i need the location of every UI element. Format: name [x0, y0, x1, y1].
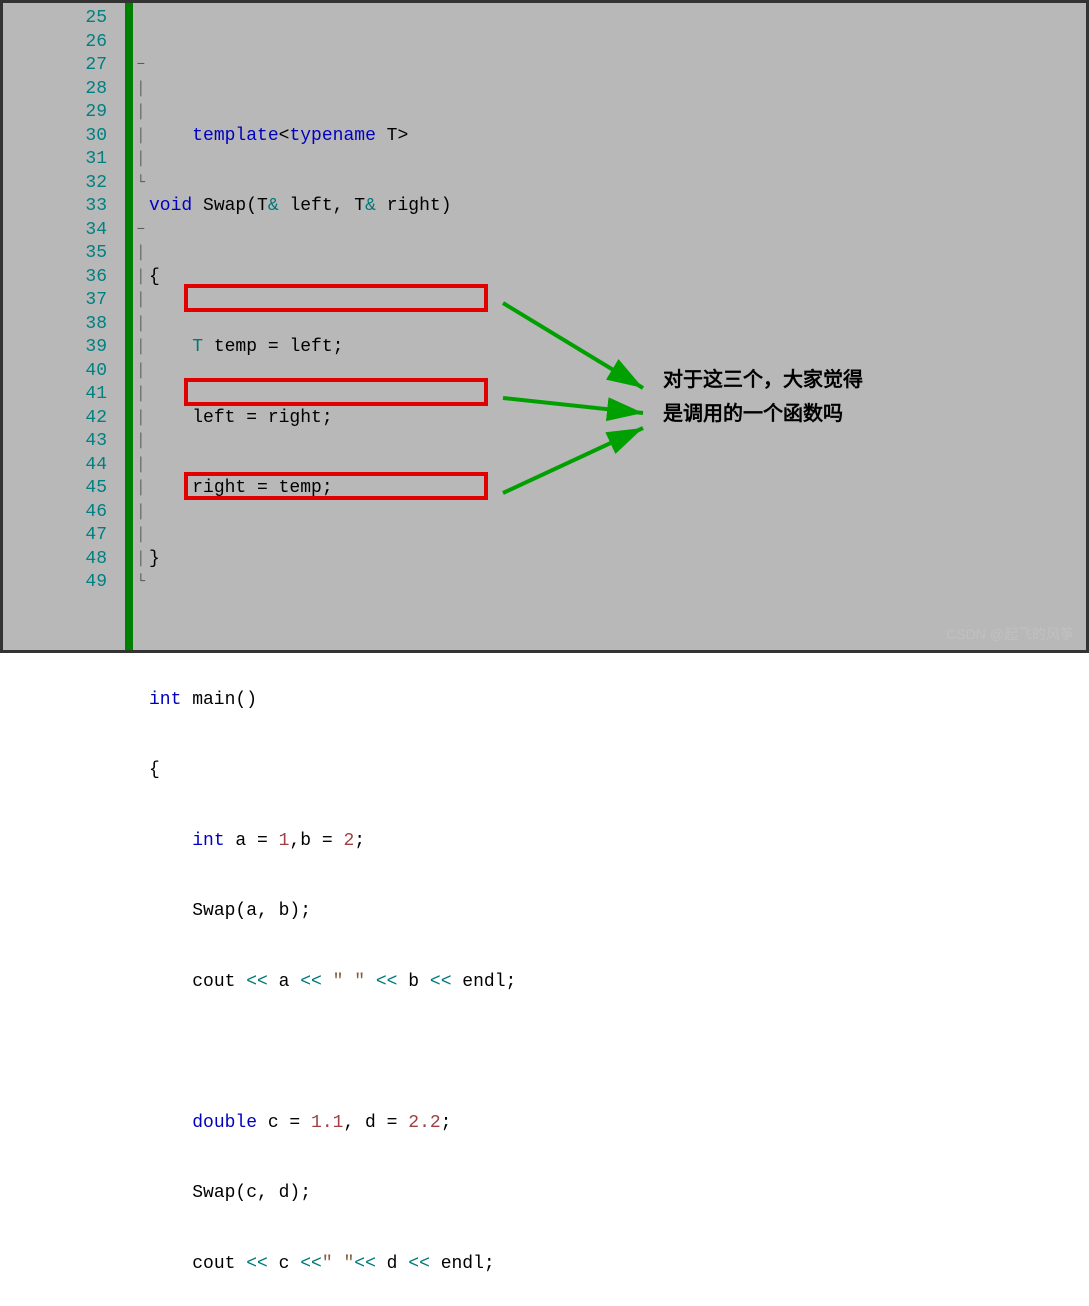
annotation-text: 对于这三个，大家觉得 是调用的一个函数吗 — [663, 363, 863, 431]
highlight-box — [184, 378, 488, 406]
line-number: 35 — [3, 242, 107, 266]
code-line: cout << a << " " << b << endl; — [149, 971, 1086, 995]
line-number: 27 — [3, 54, 107, 78]
code-line: left = right; — [149, 407, 1086, 431]
code-area[interactable]: template<typename T> void Swap(T& left, … — [149, 3, 1086, 650]
line-number: 49 — [3, 571, 107, 595]
code-line: { — [149, 759, 1086, 783]
code-line — [149, 54, 1086, 78]
code-line — [149, 1041, 1086, 1065]
editor-frame: 25 26 27 28 29 30 31 32 33 34 35 36 37 3… — [0, 0, 1089, 653]
code-line: { — [149, 266, 1086, 290]
line-number: 43 — [3, 430, 107, 454]
code-line: double c = 1.1, d = 2.2; — [149, 1112, 1086, 1136]
line-number: 39 — [3, 336, 107, 360]
line-number: 37 — [3, 289, 107, 313]
line-number: 48 — [3, 548, 107, 572]
line-number: 28 — [3, 78, 107, 102]
line-number: 30 — [3, 125, 107, 149]
line-number: 33 — [3, 195, 107, 219]
code-line: right = temp; — [149, 477, 1086, 501]
line-number: 26 — [3, 31, 107, 55]
line-number-gutter: 25 26 27 28 29 30 31 32 33 34 35 36 37 3… — [3, 3, 125, 650]
code-line: int main() — [149, 689, 1086, 713]
fold-gutter[interactable]: − ││││└ − ││││││││││││││└ — [133, 3, 149, 650]
code-line: } — [149, 548, 1086, 572]
line-number: 41 — [3, 383, 107, 407]
code-editor[interactable]: 25 26 27 28 29 30 31 32 33 34 35 36 37 3… — [3, 3, 1086, 650]
fold-toggle-icon[interactable]: − — [133, 54, 149, 78]
line-number: 36 — [3, 266, 107, 290]
line-number: 34 — [3, 219, 107, 243]
code-line: Swap(c, d); — [149, 1182, 1086, 1206]
line-number: 32 — [3, 172, 107, 196]
line-number: 44 — [3, 454, 107, 478]
code-line: void Swap(T& left, T& right) — [149, 195, 1086, 219]
line-number: 40 — [3, 360, 107, 384]
change-marker — [125, 3, 133, 650]
fold-toggle-icon[interactable]: − — [133, 219, 149, 243]
code-line: cout << c <<" "<< d << endl; — [149, 1253, 1086, 1277]
code-line: Swap(a, b); — [149, 900, 1086, 924]
line-number: 42 — [3, 407, 107, 431]
code-line: int a = 1,b = 2; — [149, 830, 1086, 854]
line-number: 47 — [3, 524, 107, 548]
line-number: 31 — [3, 148, 107, 172]
line-number: 25 — [3, 7, 107, 31]
line-number: 38 — [3, 313, 107, 337]
code-line: T temp = left; — [149, 336, 1086, 360]
watermark: CSDN @起飞的风筝 — [946, 624, 1074, 644]
code-line: template<typename T> — [149, 125, 1086, 149]
highlight-box — [184, 284, 488, 312]
line-number: 29 — [3, 101, 107, 125]
line-number: 45 — [3, 477, 107, 501]
line-number: 46 — [3, 501, 107, 525]
